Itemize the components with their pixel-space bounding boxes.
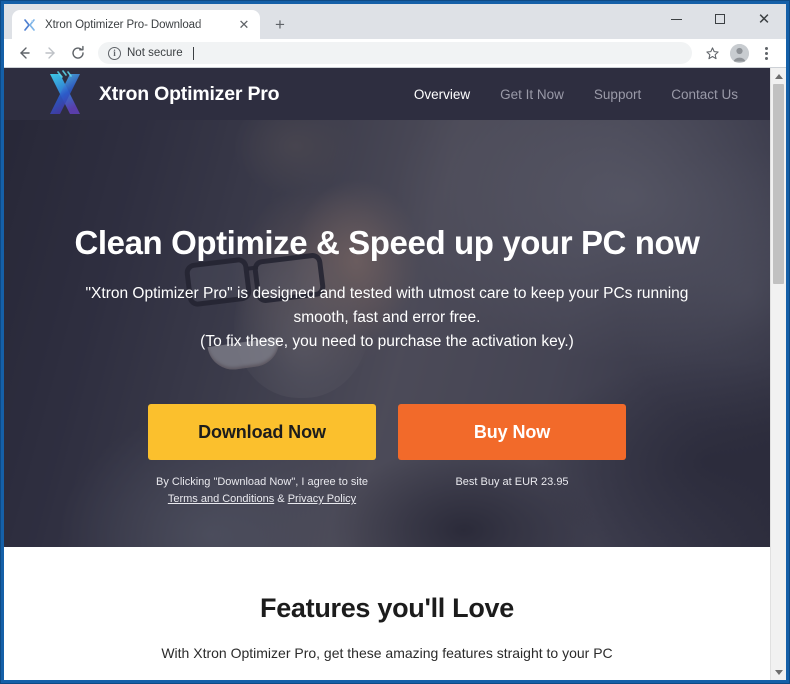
- hero-paragraph-line-2: smooth, fast and error free.: [293, 309, 481, 327]
- forward-button[interactable]: [38, 40, 64, 66]
- nav-link-overview[interactable]: Overview: [414, 87, 470, 102]
- hero-section: Clean Optimize & Speed up your PC now "X…: [4, 120, 770, 547]
- xtron-x-logo: [46, 70, 86, 118]
- browser-tab[interactable]: Xtron Optimizer Pro- Download ✕: [12, 10, 260, 39]
- scrollbar-up-arrow[interactable]: [771, 68, 786, 84]
- features-section: Features you'll Love With Xtron Optimize…: [4, 547, 770, 661]
- close-icon: ✕: [757, 9, 771, 28]
- xtron-favicon: [22, 17, 38, 33]
- hero-content: Clean Optimize & Speed up your PC now "X…: [4, 120, 770, 547]
- terms-and-conditions-link[interactable]: Terms and Conditions: [168, 493, 274, 505]
- url-text-caret: [192, 46, 194, 60]
- back-button[interactable]: [11, 40, 37, 66]
- tab-strip: Xtron Optimizer Pro- Download ✕ + ✕: [4, 4, 786, 39]
- browser-window-inner: Xtron Optimizer Pro- Download ✕ + ✕ i No…: [4, 4, 786, 680]
- disclaimer-conjunction: &: [277, 493, 285, 506]
- chevron-down-icon: [774, 669, 783, 675]
- chevron-up-icon: [774, 73, 783, 79]
- bookmark-star-icon[interactable]: [699, 40, 725, 66]
- close-window-button[interactable]: ✕: [742, 4, 786, 34]
- best-buy-price-note: Best Buy at EUR 23.95: [455, 476, 569, 489]
- security-status-label: Not secure: [127, 47, 183, 59]
- scrollbar-down-arrow[interactable]: [771, 664, 786, 680]
- not-secure-info-icon[interactable]: i: [108, 46, 121, 60]
- privacy-policy-link[interactable]: Privacy Policy: [288, 493, 356, 505]
- page-viewport: Xtron Optimizer Pro Overview Get It Now …: [4, 68, 786, 680]
- profile-avatar[interactable]: [726, 40, 752, 66]
- toolbar-right-group: [699, 40, 779, 66]
- download-disclaimer: By Clicking "Download Now", I agree to s…: [156, 474, 368, 508]
- browser-window: Xtron Optimizer Pro- Download ✕ + ✕ i No…: [0, 0, 790, 684]
- download-cta-group: Download Now By Clicking "Download Now",…: [148, 404, 376, 508]
- window-controls: ✕: [654, 4, 786, 34]
- site-nav-links: Overview Get It Now Support Contact Us: [414, 87, 738, 102]
- kebab-menu-icon: [764, 46, 768, 60]
- nav-link-contact-us[interactable]: Contact Us: [671, 87, 738, 102]
- cta-row: Download Now By Clicking "Download Now",…: [148, 404, 626, 508]
- new-tab-button[interactable]: +: [266, 10, 294, 38]
- site-navbar: Xtron Optimizer Pro Overview Get It Now …: [4, 68, 770, 120]
- browser-toolbar: i Not secure: [4, 39, 786, 68]
- nav-link-support[interactable]: Support: [594, 87, 641, 102]
- brand-logo-link[interactable]: Xtron Optimizer Pro: [46, 70, 280, 118]
- maximize-icon: [715, 14, 725, 24]
- scrollbar-track[interactable]: [771, 84, 786, 664]
- chrome-menu-button[interactable]: [753, 40, 779, 66]
- features-heading: Features you'll Love: [260, 593, 514, 623]
- page-scrollbar[interactable]: [770, 68, 786, 680]
- hero-paragraph-line-1: "Xtron Optimizer Pro" is designed and te…: [85, 285, 689, 302]
- download-now-button[interactable]: Download Now: [148, 404, 376, 461]
- download-disclaimer-text: By Clicking "Download Now", I agree to s…: [155, 476, 368, 489]
- minimize-icon: [670, 18, 682, 20]
- tab-title: Xtron Optimizer Pro- Download: [45, 18, 202, 31]
- avatar: [729, 43, 749, 63]
- scrollbar-thumb[interactable]: [773, 84, 784, 284]
- hero-paragraph-line-3: (To fix these, you need to purchase the …: [200, 333, 574, 351]
- nav-link-get-it-now[interactable]: Get It Now: [500, 87, 564, 102]
- features-subtitle: With Xtron Optimizer Pro, get these amaz…: [161, 645, 613, 661]
- reload-button[interactable]: [65, 40, 91, 66]
- minimize-button[interactable]: [654, 4, 698, 34]
- buy-now-button[interactable]: Buy Now: [398, 404, 626, 461]
- brand-name: Xtron Optimizer Pro: [99, 82, 280, 105]
- buy-cta-group: Buy Now Best Buy at EUR 23.95: [398, 404, 626, 491]
- tab-close-icon[interactable]: ✕: [236, 17, 252, 33]
- web-page: Xtron Optimizer Pro Overview Get It Now …: [4, 68, 770, 680]
- address-bar[interactable]: i Not secure: [98, 42, 692, 64]
- hero-headline: Clean Optimize & Speed up your PC now: [74, 224, 700, 261]
- hero-paragraph: "Xtron Optimizer Pro" is designed and te…: [86, 282, 689, 354]
- maximize-button[interactable]: [698, 4, 742, 34]
